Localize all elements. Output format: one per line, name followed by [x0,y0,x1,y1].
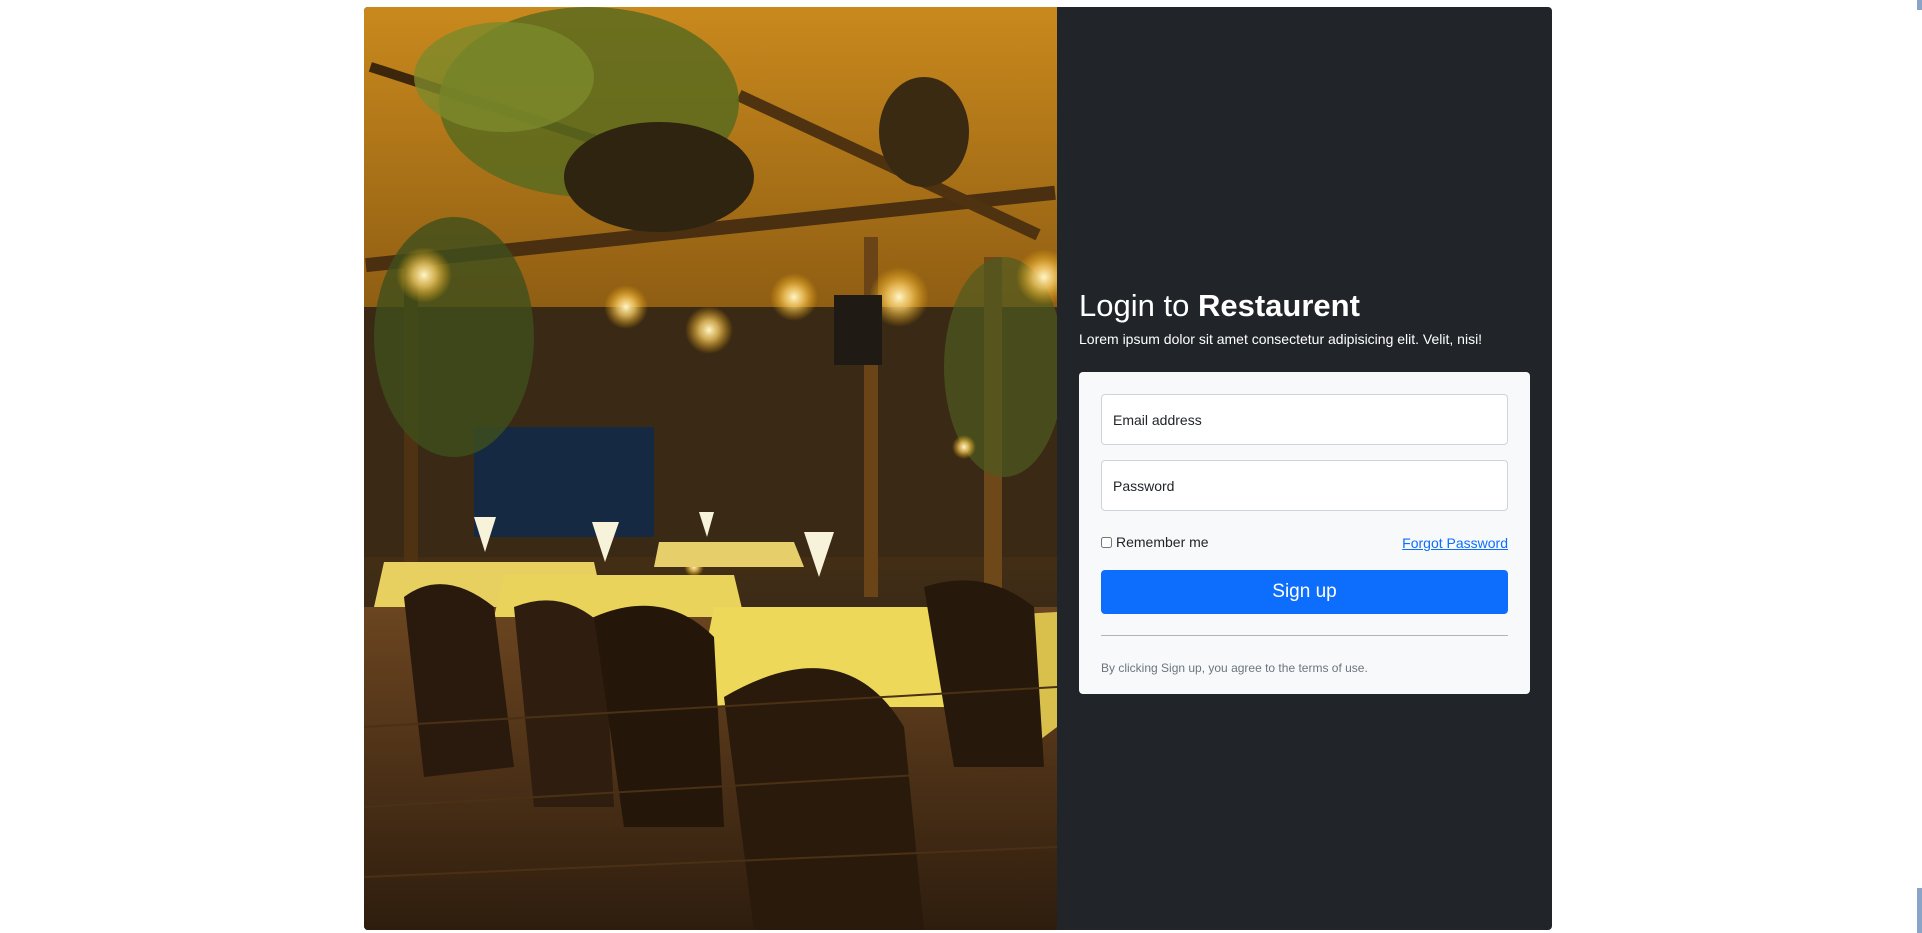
title-prefix: Login to [1079,288,1190,323]
login-card: Login to Restaurent Lorem ipsum dolor si… [364,7,1552,930]
brand-name: Restaurent [1197,288,1360,323]
divider [1101,635,1508,636]
terms-text: By clicking Sign up, you agree to the te… [1101,661,1368,675]
restaurant-photo-illustration [364,7,1057,930]
restaurant-photo [364,7,1057,930]
remember-me-checkbox[interactable] [1101,536,1112,548]
password-field[interactable] [1101,460,1508,511]
scrollbar-bottom-edge[interactable] [1917,888,1922,933]
forgot-password-link[interactable]: Forgot Password [1402,535,1508,551]
remember-me[interactable]: Remember me [1101,534,1209,550]
login-panel: Login to Restaurent Lorem ipsum dolor si… [1057,7,1552,930]
login-form: Remember me Forgot Password Sign up By c… [1079,372,1530,694]
email-field[interactable] [1101,394,1508,445]
subtitle: Lorem ipsum dolor sit amet consectetur a… [1079,331,1483,347]
page-title: Login to Restaurent [1079,287,1360,324]
page: Login to Restaurent Lorem ipsum dolor si… [0,0,1922,933]
sign-up-button[interactable]: Sign up [1101,570,1508,614]
remember-me-label: Remember me [1116,534,1209,550]
scrollbar-top-edge[interactable] [1917,0,1922,10]
